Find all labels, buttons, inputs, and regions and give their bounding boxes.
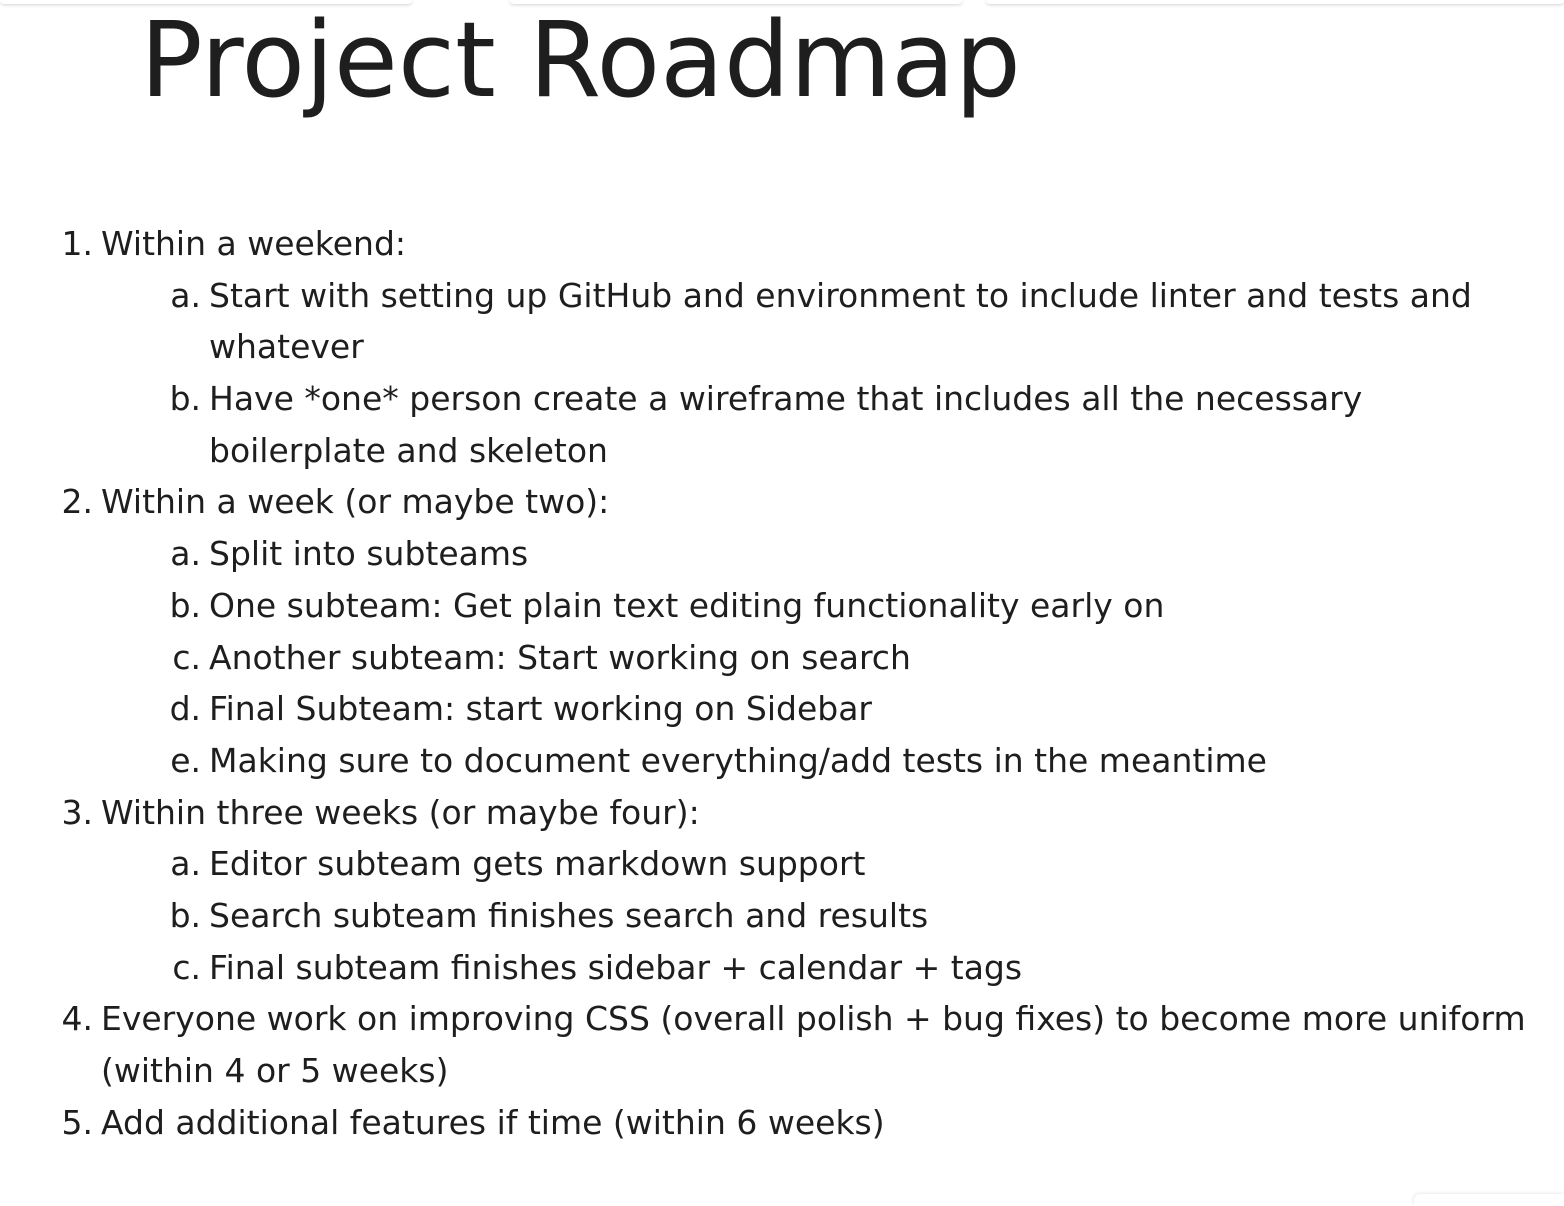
sub-list-item-text: One subteam: Get plain text editing func… [209, 585, 1165, 625]
sub-list-item-text: Final subteam finishes sidebar + calenda… [209, 947, 1023, 987]
sub-list-item: a. Editor subteam gets markdown support [0, 838, 1564, 890]
sub-list-item-text: Editor subteam gets markdown support [209, 844, 866, 884]
sub-list-item: d. Final Subteam: start working on Sideb… [0, 683, 1564, 735]
sub-list-item: b. Have *one* person create a wireframe … [0, 373, 1564, 476]
list-item: 3. Within three weeks (or maybe four): [0, 787, 1564, 839]
sub-list-item: c. Another subteam: Start working on sea… [0, 632, 1564, 684]
sub-list-item-text: Final Subteam: start working on Sidebar [209, 689, 872, 729]
sub-list-letter: c. [172, 947, 201, 987]
list-item: 5. Add additional features if time (with… [0, 1097, 1564, 1149]
sub-list-item-text: Another subteam: Start working on search [209, 637, 911, 677]
sub-list-letter: e. [170, 740, 201, 780]
sub-list-item: e. Making sure to document everything/ad… [0, 735, 1564, 787]
sub-list-letter: a. [170, 534, 201, 574]
sub-list-item: b. Search subteam finishes search and re… [0, 890, 1564, 942]
sub-list-item-text: Split into subteams [209, 534, 529, 574]
sub-list-item: c. Final subteam finishes sidebar + cale… [0, 942, 1564, 994]
list-item-text: Within three weeks (or maybe four): [101, 792, 700, 832]
sub-list-item-text: Search subteam finishes search and resul… [209, 895, 929, 935]
list-number: 2. [61, 482, 94, 522]
sub-list-letter: c. [172, 637, 201, 677]
sub-list-item: a. Start with setting up GitHub and envi… [0, 270, 1564, 373]
list-item: 4. Everyone work on improving CSS (overa… [0, 993, 1564, 1096]
sub-list-letter: b. [169, 379, 201, 419]
sub-list-item-text: Making sure to document everything/add t… [209, 740, 1267, 780]
sub-list-letter: a. [170, 844, 201, 884]
list-item: 1. Within a weekend: [0, 218, 1564, 270]
sub-list-item-text: Start with setting up GitHub and environ… [209, 275, 1472, 367]
list-number: 1. [61, 224, 94, 263]
list-item-text: Add additional features if time (within … [101, 1102, 885, 1142]
sub-list-letter: b. [169, 585, 201, 625]
list-number: 3. [61, 792, 94, 832]
sub-list-letter: d. [169, 689, 201, 729]
sub-list-item: a. Split into subteams [0, 528, 1564, 580]
list-item: 2. Within a week (or maybe two): [0, 476, 1564, 528]
window-corner [1414, 1194, 1564, 1206]
page-title: Project Roadmap [140, 0, 1021, 121]
sub-list-letter: b. [169, 895, 201, 935]
sub-list-letter: a. [170, 275, 201, 315]
list-item-text: Within a weekend: [101, 224, 407, 263]
list-item-text: Everyone work on improving CSS (overall … [101, 999, 1526, 1091]
sub-list-item-text: Have *one* person create a wireframe tha… [209, 379, 1363, 470]
window-edge [986, 0, 1564, 4]
list-number: 4. [61, 999, 94, 1039]
list-number: 5. [61, 1102, 94, 1142]
roadmap-list: 1. Within a weekend: a. Start with setti… [0, 218, 1564, 1148]
sub-list-item: b. One subteam: Get plain text editing f… [0, 580, 1564, 632]
list-item-text: Within a week (or maybe two): [101, 482, 610, 522]
